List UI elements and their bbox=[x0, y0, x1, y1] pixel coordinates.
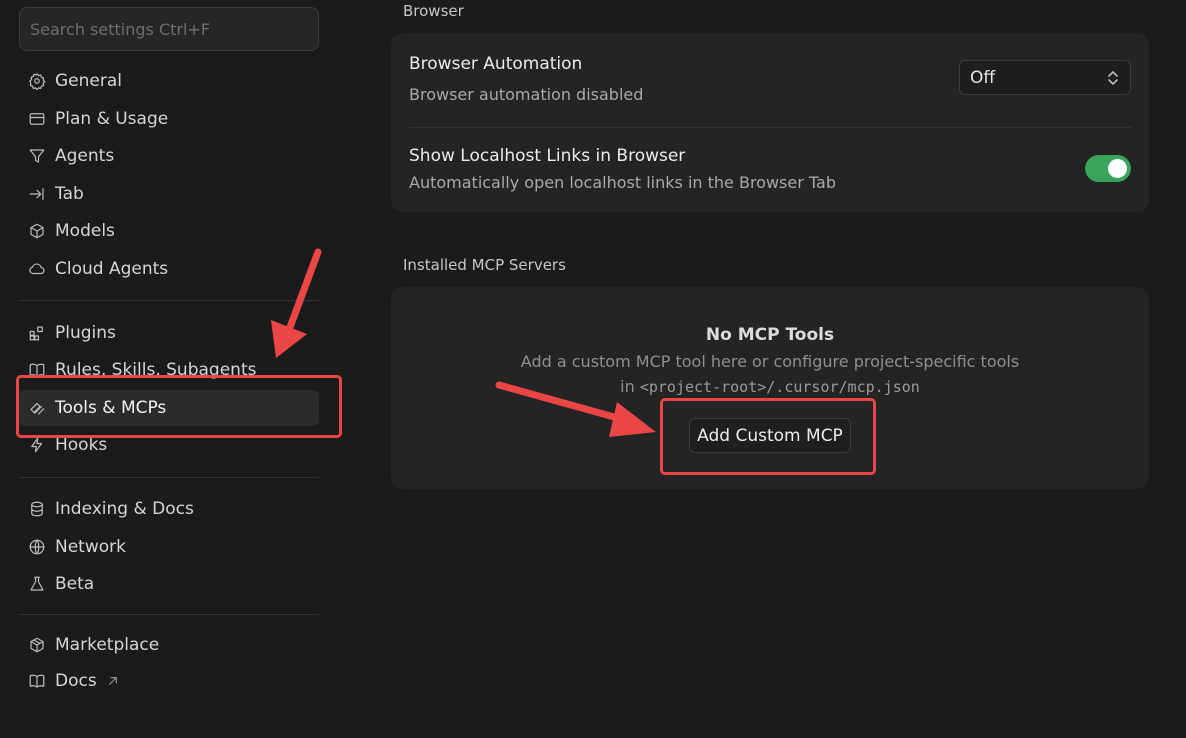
empty-state-title: No MCP Tools bbox=[705, 325, 835, 345]
sidebar-item-cloud-agents[interactable]: Cloud Agents bbox=[19, 251, 319, 287]
book-open-icon bbox=[27, 671, 47, 691]
search-box[interactable] bbox=[19, 7, 319, 51]
sidebar-item-marketplace[interactable]: Marketplace bbox=[19, 627, 319, 663]
settings-window: General Plan & Usage Agents Tab Models bbox=[0, 0, 1186, 738]
browser-automation-value: Off bbox=[970, 67, 996, 88]
sidebar-item-hooks[interactable]: Hooks bbox=[19, 427, 319, 463]
mcp-servers-card: No MCP Tools Add a custom MCP tool here … bbox=[391, 287, 1149, 489]
lightning-icon bbox=[27, 435, 47, 455]
sidebar-item-label: Agents bbox=[55, 146, 115, 166]
empty-state-path-line: in <project-root>/.cursor/mcp.json bbox=[391, 377, 1149, 396]
agents-icon bbox=[27, 146, 47, 166]
sidebar-item-label: Models bbox=[55, 221, 115, 241]
sidebar-item-indexing-docs[interactable]: Indexing & Docs bbox=[19, 491, 319, 527]
sidebar-item-docs[interactable]: Docs bbox=[19, 663, 319, 699]
sidebar-item-label: Indexing & Docs bbox=[55, 499, 194, 519]
localhost-links-toggle[interactable] bbox=[1085, 155, 1131, 182]
mcp-config-path: <project-root>/.cursor/mcp.json bbox=[639, 378, 920, 396]
sidebar-item-label: Marketplace bbox=[55, 635, 160, 655]
plugins-icon bbox=[27, 323, 47, 343]
cloud-icon bbox=[27, 259, 47, 279]
browser-section-title: Browser bbox=[403, 2, 464, 20]
chevron-updown-icon bbox=[1108, 70, 1118, 85]
browser-settings-card: Browser Automation Browser automation di… bbox=[391, 33, 1149, 212]
sidebar-item-tools-mcps[interactable]: Tools & MCPs bbox=[19, 390, 319, 426]
globe-icon bbox=[27, 537, 47, 557]
sidebar-item-beta[interactable]: Beta bbox=[19, 566, 319, 602]
gear-icon bbox=[27, 71, 47, 91]
path-prefix: in bbox=[620, 377, 640, 396]
sidebar-item-label: Docs bbox=[55, 671, 97, 691]
browser-automation-description: Browser automation disabled bbox=[409, 85, 644, 104]
sidebar-item-plan-usage[interactable]: Plan & Usage bbox=[19, 101, 319, 137]
sidebar-item-label: Rules, Skills, Subagents bbox=[55, 360, 257, 380]
cube-icon bbox=[27, 221, 47, 241]
sidebar-item-plugins[interactable]: Plugins bbox=[19, 315, 319, 351]
search-input[interactable] bbox=[30, 19, 318, 39]
sidebar-item-label: Plugins bbox=[55, 323, 116, 343]
sidebar-item-general[interactable]: General bbox=[19, 63, 319, 99]
sidebar-item-label: Tab bbox=[55, 184, 84, 204]
sidebar-item-label: Network bbox=[55, 537, 126, 557]
sidebar-item-agents[interactable]: Agents bbox=[19, 138, 319, 174]
sidebar-item-label: Beta bbox=[55, 574, 95, 594]
mcp-section-title: Installed MCP Servers bbox=[403, 256, 566, 274]
empty-state-description: Add a custom MCP tool here or configure … bbox=[520, 352, 1020, 371]
sidebar-item-models[interactable]: Models bbox=[19, 213, 319, 249]
tools-icon bbox=[27, 398, 47, 418]
sidebar-item-network[interactable]: Network bbox=[19, 529, 319, 565]
browser-automation-select[interactable]: Off bbox=[959, 60, 1131, 95]
sidebar-item-tab[interactable]: Tab bbox=[19, 176, 319, 212]
sidebar-item-label: Tools & MCPs bbox=[55, 398, 167, 418]
localhost-links-title: Show Localhost Links in Browser bbox=[409, 146, 686, 166]
tab-arrow-icon bbox=[27, 184, 47, 204]
book-icon bbox=[27, 360, 47, 380]
sidebar-item-label: General bbox=[55, 71, 122, 91]
sidebar: General Plan & Usage Agents Tab Models bbox=[0, 0, 340, 738]
sidebar-item-label: Hooks bbox=[55, 435, 108, 455]
localhost-links-description: Automatically open localhost links in th… bbox=[409, 173, 836, 192]
sidebar-item-rules-skills-subagents[interactable]: Rules, Skills, Subagents bbox=[19, 352, 319, 388]
database-icon bbox=[27, 499, 47, 519]
sidebar-item-label: Plan & Usage bbox=[55, 109, 169, 129]
external-link-icon bbox=[105, 673, 121, 689]
sidebar-divider bbox=[19, 477, 319, 478]
flask-icon bbox=[27, 574, 47, 594]
sidebar-divider bbox=[19, 614, 319, 615]
browser-automation-title: Browser Automation bbox=[409, 54, 583, 74]
package-icon bbox=[27, 635, 47, 655]
add-custom-mcp-button[interactable]: Add Custom MCP bbox=[689, 418, 851, 453]
card-icon bbox=[27, 109, 47, 129]
sidebar-divider bbox=[19, 300, 319, 301]
sidebar-item-label: Cloud Agents bbox=[55, 259, 169, 279]
toggle-knob bbox=[1108, 159, 1127, 178]
row-divider bbox=[409, 127, 1131, 128]
